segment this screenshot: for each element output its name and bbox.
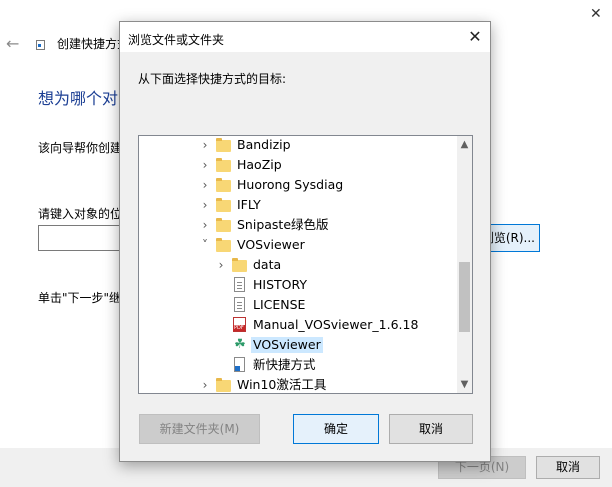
dialog-title: 浏览文件或文件夹 (128, 33, 225, 47)
tree-item-label: LICENSE (253, 297, 306, 312)
folder-icon (216, 377, 232, 393)
ok-button[interactable]: 确定 (293, 414, 379, 444)
tree-item-label: 新快捷方式 (253, 357, 316, 372)
folder-icon (216, 237, 232, 253)
tree-item[interactable]: ☘ VOSviewer (139, 335, 455, 355)
tree-item-label: Huorong Sysdiag (237, 177, 344, 192)
dialog-cancel-button[interactable]: 取消 (389, 414, 473, 444)
folder-icon (216, 177, 232, 193)
tree-item[interactable]: › Bandizip (139, 136, 455, 155)
chevron-right-icon[interactable]: › (199, 377, 211, 393)
tree-item[interactable]: › HaoZip (139, 155, 455, 175)
tree-item-label: HaoZip (237, 157, 282, 172)
tree-item[interactable]: › data (139, 255, 455, 275)
tree-item[interactable]: 新快捷方式 (139, 355, 455, 375)
chevron-right-icon[interactable]: › (199, 177, 211, 193)
chevron-right-icon[interactable]: › (199, 137, 211, 153)
tree-scrollbar[interactable]: ▲ ▼ (457, 136, 472, 393)
tree-item-label: Bandizip (237, 137, 291, 152)
tree-item[interactable]: HISTORY (139, 275, 455, 295)
document-icon (232, 277, 248, 293)
tree-item[interactable]: LICENSE (139, 295, 455, 315)
wizard-description: 该向导帮你创建 (38, 141, 123, 155)
tree-item-label: IFLY (237, 197, 261, 212)
chevron-right-icon[interactable]: › (199, 217, 211, 233)
chevron-right-icon[interactable]: › (199, 197, 211, 213)
folder-icon (216, 197, 232, 213)
back-arrow-icon[interactable]: ← (6, 34, 19, 53)
vosviewer-app-icon: ☘ (234, 337, 246, 352)
folder-icon (216, 157, 232, 173)
dialog-close-icon[interactable]: ✕ (464, 26, 486, 48)
tree-item-label: Manual_VOSviewer_1.6.18 (253, 317, 419, 332)
document-icon (232, 297, 248, 313)
tree-item[interactable]: › Win10激活工具 (139, 375, 455, 393)
tree-item-label: Snipaste绿色版 (237, 217, 329, 232)
scroll-up-icon[interactable]: ▲ (457, 136, 472, 153)
tree-item[interactable]: › IFLY (139, 195, 455, 215)
new-folder-button[interactable]: 新建文件夹(M) (139, 414, 260, 444)
tree-item[interactable]: ˅ VOSviewer (139, 235, 455, 255)
scroll-thumb[interactable] (459, 262, 470, 332)
tree-item-label: VOSviewer (251, 337, 323, 353)
shortcut-wizard-icon (36, 40, 45, 50)
tree-item[interactable]: › Huorong Sysdiag (139, 175, 455, 195)
chevron-right-icon[interactable]: › (199, 157, 211, 173)
wizard-close-icon[interactable]: ✕ (590, 6, 602, 22)
folder-icon (216, 137, 232, 153)
tree-item[interactable]: › Snipaste绿色版 (139, 215, 455, 235)
chevron-down-icon[interactable]: ˅ (199, 237, 211, 253)
folder-tree[interactable]: › Bandizip › HaoZip › Huorong Sysdiag › IFLY › Sn… (138, 135, 473, 394)
scroll-down-icon[interactable]: ▼ (457, 376, 472, 393)
tree-item-label: data (253, 257, 282, 272)
dialog-instruction: 从下面选择快捷方式的目标: (138, 72, 287, 86)
dialog-titlebar: 浏览文件或文件夹 ✕ (120, 22, 490, 52)
tree-item-label: VOSviewer (237, 237, 305, 252)
chevron-right-icon[interactable]: › (215, 257, 227, 273)
pdf-icon (232, 317, 248, 333)
folder-icon (232, 257, 248, 273)
tree-item[interactable]: Manual_VOSviewer_1.6.18 (139, 315, 455, 335)
tree-item-label: HISTORY (253, 277, 308, 292)
tree-item-label: Win10激活工具 (237, 377, 327, 392)
wizard-cancel-button[interactable]: 取消 (536, 456, 600, 479)
browse-dialog: 浏览文件或文件夹 ✕ 从下面选择快捷方式的目标: › Bandizip › HaoZi… (119, 21, 491, 462)
shortcut-icon (232, 357, 248, 373)
folder-icon (216, 217, 232, 233)
